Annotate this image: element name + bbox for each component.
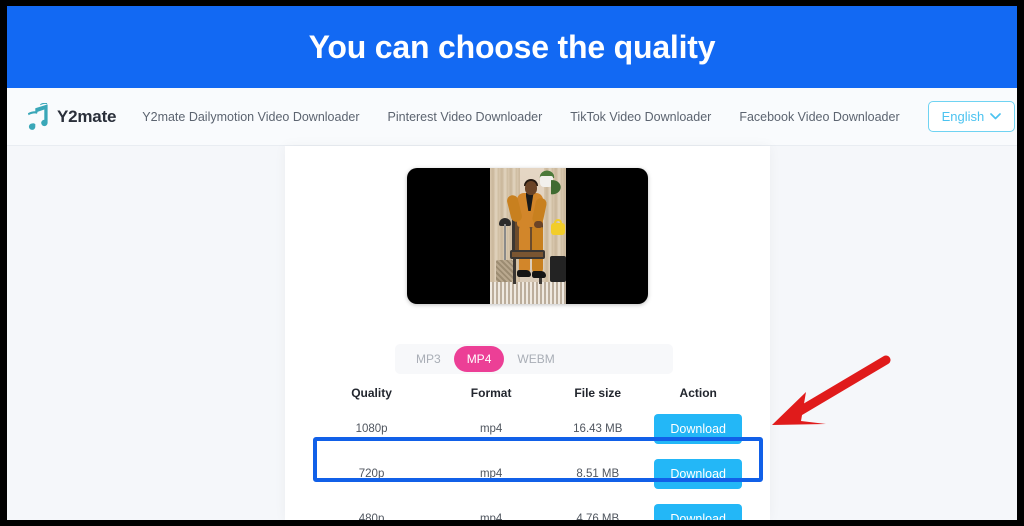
cell-quality: 720p <box>358 467 385 480</box>
cell-filesize: 16.43 MB <box>573 422 623 435</box>
download-button-720p[interactable]: Download <box>654 458 742 489</box>
download-card: MP3 MP4 WEBM Quality Format File size Ac… <box>285 146 770 520</box>
format-tab-webm[interactable]: WEBM <box>504 346 567 372</box>
chevron-down-icon <box>990 113 1002 120</box>
nav-link-dailymotion[interactable]: Y2mate Dailymotion Video Downloader <box>142 110 359 124</box>
navbar: Y2mate Y2mate Dailymotion Video Download… <box>7 88 1017 146</box>
video-thumbnail-frame <box>489 168 566 304</box>
column-header-action: Action <box>679 386 717 400</box>
nav-link-pinterest[interactable]: Pinterest Video Downloader <box>388 110 543 124</box>
brand-name: Y2mate <box>57 106 117 126</box>
download-button-480p[interactable]: Download <box>654 503 742 520</box>
cell-format: mp4 <box>479 512 503 521</box>
language-selector[interactable]: English <box>927 101 1016 132</box>
banner-title: You can choose the quality <box>308 28 716 65</box>
language-label: English <box>941 109 985 124</box>
screenshot-frame: You can choose the quality Y2mate Y2mate… <box>0 0 1024 526</box>
cell-format: mp4 <box>479 422 503 435</box>
cell-format: mp4 <box>479 467 503 480</box>
format-tab-mp3[interactable]: MP3 <box>403 346 454 372</box>
video-thumbnail[interactable] <box>407 168 648 304</box>
table-row: 720p mp4 8.51 MB Download <box>307 451 747 496</box>
cell-quality: 480p <box>358 512 385 521</box>
cell-filesize: 4.76 MB <box>576 512 620 521</box>
cell-action: Download <box>649 503 747 520</box>
format-tabs: MP3 MP4 WEBM <box>395 344 673 374</box>
table-row: 480p mp4 4.76 MB Download <box>307 496 747 520</box>
download-button-1080p[interactable]: Download <box>654 413 742 444</box>
brand-logo[interactable]: Y2mate <box>25 102 117 131</box>
table-header-row: Quality Format File size Action <box>307 380 747 406</box>
format-tab-mp4[interactable]: MP4 <box>453 346 505 372</box>
nav-link-tiktok[interactable]: TikTok Video Downloader <box>570 110 711 124</box>
cell-action: Download <box>649 413 747 444</box>
column-header-filesize: File size <box>574 386 622 400</box>
page-body: MP3 MP4 WEBM Quality Format File size Ac… <box>7 146 1017 520</box>
column-header-quality: Quality <box>351 386 392 400</box>
music-note-icon <box>27 102 48 130</box>
quality-table: Quality Format File size Action 1080p mp… <box>307 380 747 520</box>
banner: You can choose the quality <box>7 6 1017 88</box>
column-header-format: Format <box>470 386 512 400</box>
nav-link-facebook[interactable]: Facebook Video Downloader <box>739 110 899 124</box>
browser-viewport: You can choose the quality Y2mate Y2mate… <box>7 6 1017 520</box>
table-row: 1080p mp4 16.43 MB Download <box>307 406 747 451</box>
cell-filesize: 8.51 MB <box>576 467 620 480</box>
cell-action: Download <box>649 458 747 489</box>
cell-quality: 1080p <box>355 422 388 435</box>
